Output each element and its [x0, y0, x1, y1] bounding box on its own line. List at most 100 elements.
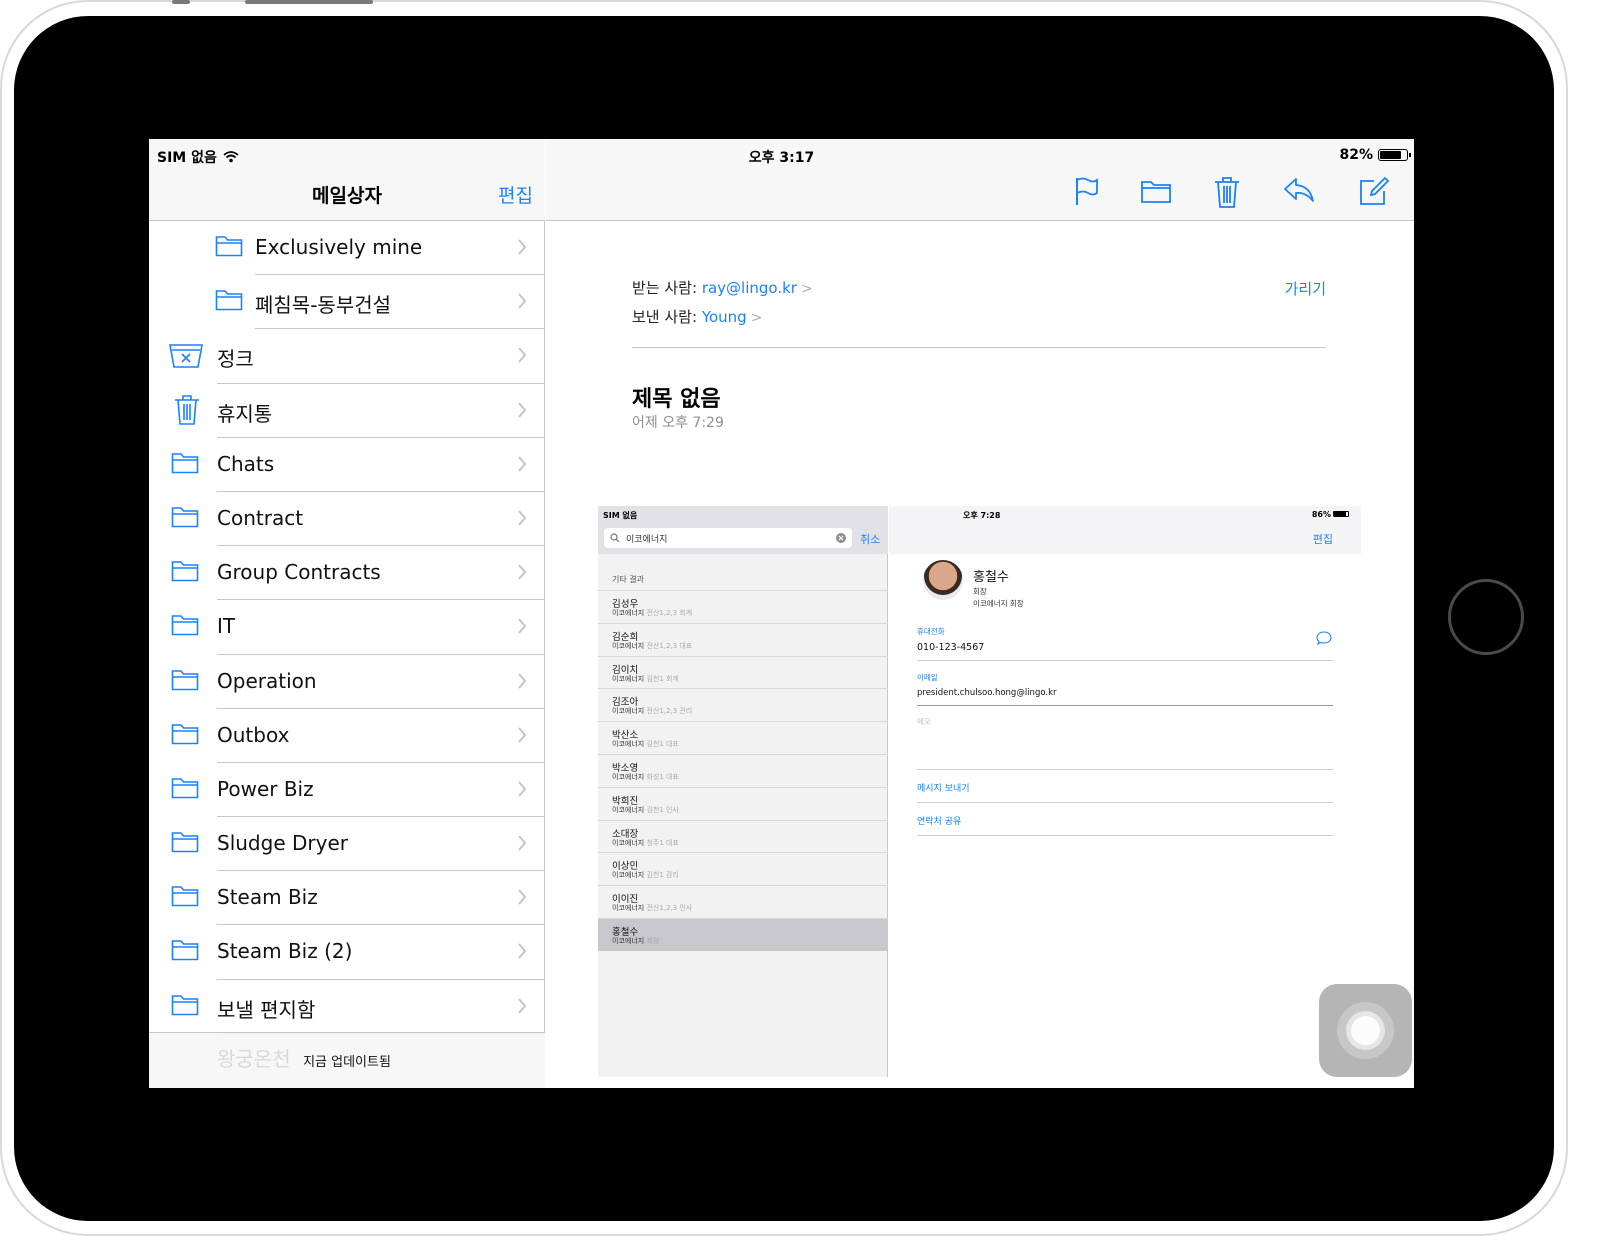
embedded-section-label: 기타 결과 [612, 575, 644, 584]
update-status: 지금 업데이트됨 [303, 1055, 391, 1070]
result-org: 이코에너지 [612, 740, 645, 749]
trash-icon[interactable] [1212, 175, 1246, 209]
folder-row[interactable]: Steam Biz [149, 871, 545, 926]
to-address[interactable]: ray@lingo.kr [702, 279, 797, 297]
folder-row[interactable]: 폐침목-동부건설 [149, 275, 545, 330]
folder-row[interactable]: 휴지통 [149, 384, 545, 438]
result-subtitle: 이코에너지 청주1 대표 [612, 838, 679, 848]
result-org: 이코에너지 [612, 707, 645, 716]
result-subtitle: 이코에너지 회장 [612, 936, 659, 946]
embedded-screenshot[interactable]: SIM 없음 이코에너지 취소 기타 결과 김성우 이코에너지 전산1,2,3 회… [598, 506, 1361, 1077]
status-bar: SIM 없음 오후 3:17 82% [149, 139, 1414, 171]
folder-icon [171, 669, 199, 695]
folder-label: Outbox [217, 722, 290, 747]
contact-company: 이코에너지 회장 [973, 599, 1024, 608]
junk-icon [169, 343, 203, 373]
chevron-right-icon [517, 401, 527, 423]
hide-details-button[interactable]: 가리기 [1285, 278, 1326, 299]
edit-button[interactable]: 편집 [498, 181, 533, 208]
battery-icon [1333, 511, 1349, 517]
result-detail: 김천1 감리 [646, 871, 679, 880]
folder-row[interactable]: Sludge Dryer [149, 817, 545, 872]
folder-row[interactable]: Outbox [149, 709, 545, 763]
embedded-search-field: 이코에너지 [604, 528, 852, 548]
folder-row[interactable]: Steam Biz (2) [149, 925, 545, 980]
folder-icon [171, 994, 199, 1020]
list-item: 김순희 이코에너지 전산1,2,3 대표 [598, 622, 888, 656]
top-button [245, 0, 373, 4]
folder-label: IT [217, 614, 236, 639]
folder-row[interactable]: 정크 [149, 329, 545, 384]
result-detail: 김천1 회계 [646, 674, 679, 683]
folder-label: Sludge Dryer [217, 831, 348, 856]
result-subtitle: 이코에너지 김천1 인사 [612, 805, 679, 815]
send-message-action: 메시지 보내기 [917, 784, 970, 794]
divider [917, 769, 1333, 770]
folder-row[interactable]: Chats [149, 438, 545, 492]
result-subtitle: 이코에너지 김천1 회계 [612, 674, 679, 684]
flag-icon[interactable] [1071, 175, 1105, 209]
folder-icon [171, 452, 199, 478]
from-row: 보낸 사람: Young > [632, 306, 1326, 335]
chevron-right-icon [517, 563, 527, 585]
chevron-right-icon [517, 672, 527, 694]
folder-icon [171, 560, 199, 586]
embedded-contact-header: 오후 7:28 86% 편집 [889, 506, 1361, 554]
divider [917, 835, 1333, 836]
result-org: 이코에너지 [612, 838, 645, 847]
email-label: 이메일 [917, 673, 938, 682]
folder-icon [171, 885, 199, 911]
folder-label: 폐침목-동부건설 [255, 293, 392, 318]
list-item: 김성우 이코에너지 전산1,2,3 회계 [598, 590, 888, 623]
home-button[interactable] [1448, 579, 1524, 655]
result-subtitle: 이코에너지 김천1 감리 [612, 870, 679, 880]
chevron-right-icon: > [800, 281, 813, 297]
result-org: 이코에너지 [612, 674, 645, 683]
folder-label: Chats [217, 451, 275, 476]
folder-icon [171, 777, 199, 803]
folder-row[interactable]: 보낼 편지함 [149, 980, 545, 1034]
list-item: 김이치 이코에너지 김천1 회계 [598, 655, 888, 689]
compose-icon[interactable] [1358, 175, 1392, 209]
folder-row[interactable]: Group Contracts [149, 546, 545, 601]
screen: 메일상자 편집 Exclusively mine 폐침목-동부건설 정크 휴지통 Cha… [149, 139, 1414, 1088]
battery-icon [1378, 149, 1411, 161]
embedded-edit: 편집 [1312, 533, 1333, 546]
email-value: president.chulsoo.hong@lingo.kr [917, 688, 1057, 698]
to-row: 받는 사람: ray@lingo.kr > [632, 277, 1326, 306]
folder-row[interactable]: Contract [149, 492, 545, 547]
memo-label: 메모 [917, 717, 931, 726]
folder-label: Power Biz [217, 776, 314, 801]
folder-icon [215, 289, 243, 315]
from-address[interactable]: Young [702, 308, 747, 326]
divider [917, 802, 1333, 803]
result-org: 이코에너지 [612, 609, 645, 617]
embedded-search-pane: SIM 없음 이코에너지 취소 기타 결과 김성우 이코에너지 전산1,2,3 회… [598, 506, 888, 1077]
folder-icon [171, 939, 199, 965]
divider [917, 660, 1333, 661]
chevron-right-icon [517, 509, 527, 531]
reply-icon[interactable] [1282, 175, 1316, 209]
contact-name: 홍철수 [973, 570, 1009, 585]
folder-row[interactable]: Exclusively mine [149, 221, 545, 276]
embedded-cancel: 취소 [860, 533, 881, 546]
embedded-carrier: SIM 없음 [603, 511, 638, 520]
folder-label: Group Contracts [217, 560, 381, 585]
result-org: 이코에너지 [612, 805, 645, 814]
folder-row[interactable]: IT [149, 600, 545, 655]
result-org: 이코에너지 [612, 904, 645, 913]
list-item: 박산소 이코에너지 김천1 대표 [598, 721, 888, 754]
folder-move-icon[interactable] [1140, 175, 1174, 209]
result-detail: 전산1,2,3 회계 [646, 609, 693, 617]
assistive-touch-button[interactable] [1319, 984, 1412, 1077]
folder-list: Exclusively mine 폐침목-동부건설정크 휴지통 Chats Contra… [149, 221, 545, 1034]
embedded-search-value: 이코에너지 [626, 535, 668, 545]
embedded-results: 김성우 이코에너지 전산1,2,3 회계 김순희 이코에너지 전산1,2,3 대표 김이… [598, 590, 888, 951]
folder-row[interactable]: Power Biz [149, 763, 545, 818]
chevron-right-icon [517, 346, 527, 368]
message-header: 받는 사람: ray@lingo.kr > 보낸 사람: Young > [632, 277, 1326, 335]
result-detail: 전산1,2,3 관리 [646, 707, 693, 716]
folder-row[interactable]: Operation [149, 655, 545, 709]
folder-label: 보낼 편지함 [217, 997, 316, 1022]
result-detail: 청주1 대표 [646, 838, 679, 847]
